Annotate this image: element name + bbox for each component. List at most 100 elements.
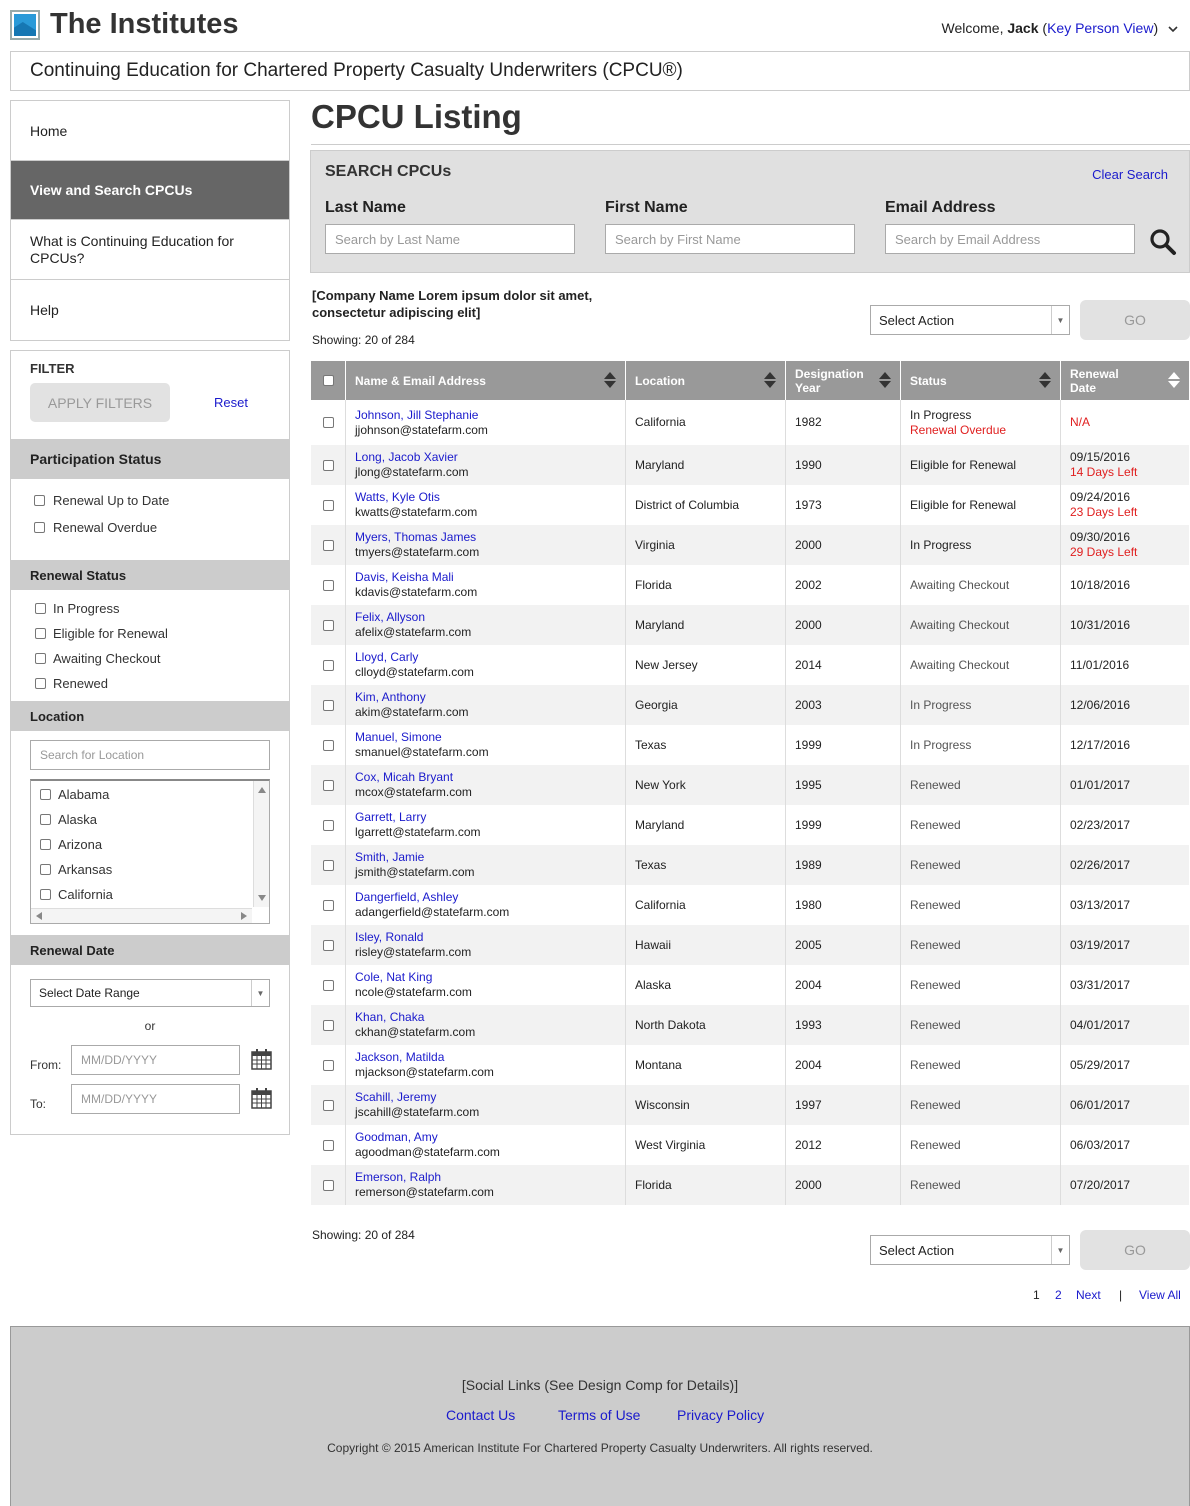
go-button-bottom[interactable]: GO xyxy=(1080,1230,1190,1270)
sort-icon[interactable] xyxy=(1167,371,1181,389)
location-header[interactable]: Location xyxy=(11,701,289,731)
column-header-designation-year[interactable]: Designation Year xyxy=(786,361,901,400)
cpcu-name-link[interactable]: Cox, Micah Bryant xyxy=(355,770,625,785)
checkbox[interactable] xyxy=(34,495,45,506)
checkbox[interactable] xyxy=(35,603,46,614)
cpcu-name-link[interactable]: Davis, Keisha Mali xyxy=(355,570,625,585)
horizontal-scrollbar[interactable] xyxy=(31,908,252,923)
scroll-up-icon[interactable] xyxy=(258,787,266,793)
page-2-link[interactable]: 2 xyxy=(1055,1288,1076,1302)
nav-item-what-is-ce[interactable]: What is Continuing Education for CPCUs? xyxy=(11,220,289,280)
checkbox[interactable] xyxy=(34,522,45,533)
cpcu-name-link[interactable]: Jackson, Matilda xyxy=(355,1050,625,1065)
checkbox-eligible[interactable]: Eligible for Renewal xyxy=(35,626,168,641)
sort-icon[interactable] xyxy=(763,371,777,389)
row-checkbox[interactable] xyxy=(322,979,334,991)
last-name-input[interactable]: Search by Last Name xyxy=(325,224,575,254)
column-header-status[interactable]: Status xyxy=(901,361,1061,400)
location-option-california[interactable]: California xyxy=(40,887,113,902)
location-option-arkansas[interactable]: Arkansas xyxy=(40,862,112,877)
table-row[interactable]: Scahill, Jeremy jscahill@statefarm.com Wis… xyxy=(311,1085,1189,1125)
row-checkbox[interactable] xyxy=(322,739,334,751)
column-header-renewal-date[interactable]: Renewal Date xyxy=(1061,361,1189,400)
vertical-scrollbar[interactable] xyxy=(253,781,269,907)
column-header-location[interactable]: Location xyxy=(626,361,786,400)
location-search-input[interactable]: Search for Location xyxy=(30,740,270,770)
cpcu-name-link[interactable]: Manuel, Simone xyxy=(355,730,625,745)
location-list[interactable]: Alabama Alaska Arizona Arkansas Californ… xyxy=(30,779,270,924)
participation-status-header[interactable]: Participation Status xyxy=(11,439,289,479)
table-row[interactable]: Johnson, Jill Stephanie jjohnson@statefar… xyxy=(311,400,1189,445)
cpcu-name-link[interactable]: Smith, Jamie xyxy=(355,850,625,865)
row-checkbox[interactable] xyxy=(322,899,334,911)
reset-link[interactable]: Reset xyxy=(214,395,248,410)
cpcu-name-link[interactable]: Scahill, Jeremy xyxy=(355,1090,625,1105)
row-checkbox[interactable] xyxy=(322,939,334,951)
row-checkbox[interactable] xyxy=(322,459,334,471)
cpcu-name-link[interactable]: Emerson, Ralph xyxy=(355,1170,625,1185)
contact-us-link[interactable]: Contact Us xyxy=(446,1407,515,1423)
checkbox[interactable] xyxy=(40,864,51,875)
table-row[interactable]: Cole, Nat King ncole@statefarm.com Alaska 2… xyxy=(311,965,1189,1005)
cpcu-name-link[interactable]: Long, Jacob Xavier xyxy=(355,450,625,465)
checkbox[interactable] xyxy=(40,839,51,850)
row-checkbox[interactable] xyxy=(322,1139,334,1151)
renewal-status-header[interactable]: Renewal Status xyxy=(11,560,289,590)
email-input[interactable]: Search by Email Address xyxy=(885,224,1135,254)
checkbox[interactable] xyxy=(40,789,51,800)
checkbox-renewed[interactable]: Renewed xyxy=(35,676,108,691)
calendar-icon[interactable] xyxy=(251,1049,272,1070)
key-person-view-link[interactable]: Key Person View xyxy=(1047,20,1153,36)
row-checkbox[interactable] xyxy=(322,1059,334,1071)
checkbox-renewal-up-to-date[interactable]: Renewal Up to Date xyxy=(34,493,169,508)
to-date-input[interactable]: MM/DD/YYYY xyxy=(71,1084,240,1114)
scroll-right-icon[interactable] xyxy=(241,912,247,920)
location-option-arizona[interactable]: Arizona xyxy=(40,837,102,852)
dropdown-arrow-icon[interactable]: ▼ xyxy=(1051,306,1069,334)
apply-filters-button[interactable]: APPLY FILTERS xyxy=(30,383,170,422)
cpcu-name-link[interactable]: Felix, Allyson xyxy=(355,610,625,625)
cpcu-name-link[interactable]: Garrett, Larry xyxy=(355,810,625,825)
checkbox-renewal-overdue[interactable]: Renewal Overdue xyxy=(34,520,157,535)
sort-icon[interactable] xyxy=(1038,371,1052,389)
scroll-left-icon[interactable] xyxy=(36,912,42,920)
row-checkbox[interactable] xyxy=(322,499,334,511)
table-row[interactable]: Felix, Allyson afelix@statefarm.com Maryla… xyxy=(311,605,1189,645)
cpcu-name-link[interactable]: Johnson, Jill Stephanie xyxy=(355,408,625,423)
row-checkbox[interactable] xyxy=(322,1019,334,1031)
select-action-bottom[interactable]: Select Action ▼ xyxy=(870,1235,1070,1265)
renewal-date-header[interactable]: Renewal Date xyxy=(11,935,289,965)
table-row[interactable]: Emerson, Ralph remerson@statefarm.com Flor… xyxy=(311,1165,1189,1205)
table-row[interactable]: Cox, Micah Bryant mcox@statefarm.com New Y… xyxy=(311,765,1189,805)
sort-icon[interactable] xyxy=(603,371,617,389)
first-name-input[interactable]: Search by First Name xyxy=(605,224,855,254)
table-row[interactable]: Jackson, Matilda mjackson@statefarm.com Mo… xyxy=(311,1045,1189,1085)
row-checkbox[interactable] xyxy=(322,417,334,428)
go-button-top[interactable]: GO xyxy=(1080,300,1190,340)
table-row[interactable]: Watts, Kyle Otis kwatts@statefarm.com Dist… xyxy=(311,485,1189,525)
row-checkbox[interactable] xyxy=(322,859,334,871)
row-checkbox[interactable] xyxy=(322,619,334,631)
checkbox-in-progress[interactable]: In Progress xyxy=(35,601,119,616)
terms-of-use-link[interactable]: Terms of Use xyxy=(558,1407,640,1423)
row-checkbox[interactable] xyxy=(322,579,334,591)
checkbox[interactable] xyxy=(40,889,51,900)
from-date-input[interactable]: MM/DD/YYYY xyxy=(71,1045,240,1075)
checkbox[interactable] xyxy=(35,678,46,689)
row-checkbox[interactable] xyxy=(322,1099,334,1111)
privacy-policy-link[interactable]: Privacy Policy xyxy=(677,1407,764,1423)
table-row[interactable]: Myers, Thomas James tmyers@statefarm.com V… xyxy=(311,525,1189,565)
nav-item-help[interactable]: Help xyxy=(11,280,289,340)
nav-item-home[interactable]: Home xyxy=(11,101,289,161)
dropdown-arrow-icon[interactable]: ▼ xyxy=(251,980,269,1006)
search-icon[interactable] xyxy=(1149,228,1177,256)
user-menu[interactable]: Welcome, Jack (Key Person View) xyxy=(941,20,1178,36)
location-option-alaska[interactable]: Alaska xyxy=(40,812,97,827)
table-row[interactable]: Isley, Ronald risley@statefarm.com Hawaii 2… xyxy=(311,925,1189,965)
cpcu-name-link[interactable]: Goodman, Amy xyxy=(355,1130,625,1145)
table-row[interactable]: Khan, Chaka ckhan@statefarm.com North Dako… xyxy=(311,1005,1189,1045)
select-action-top[interactable]: Select Action ▼ xyxy=(870,305,1070,335)
table-row[interactable]: Manuel, Simone smanuel@statefarm.com Texas… xyxy=(311,725,1189,765)
table-row[interactable]: Smith, Jamie jsmith@statefarm.com Texas 198… xyxy=(311,845,1189,885)
select-all-checkbox[interactable] xyxy=(322,375,334,386)
